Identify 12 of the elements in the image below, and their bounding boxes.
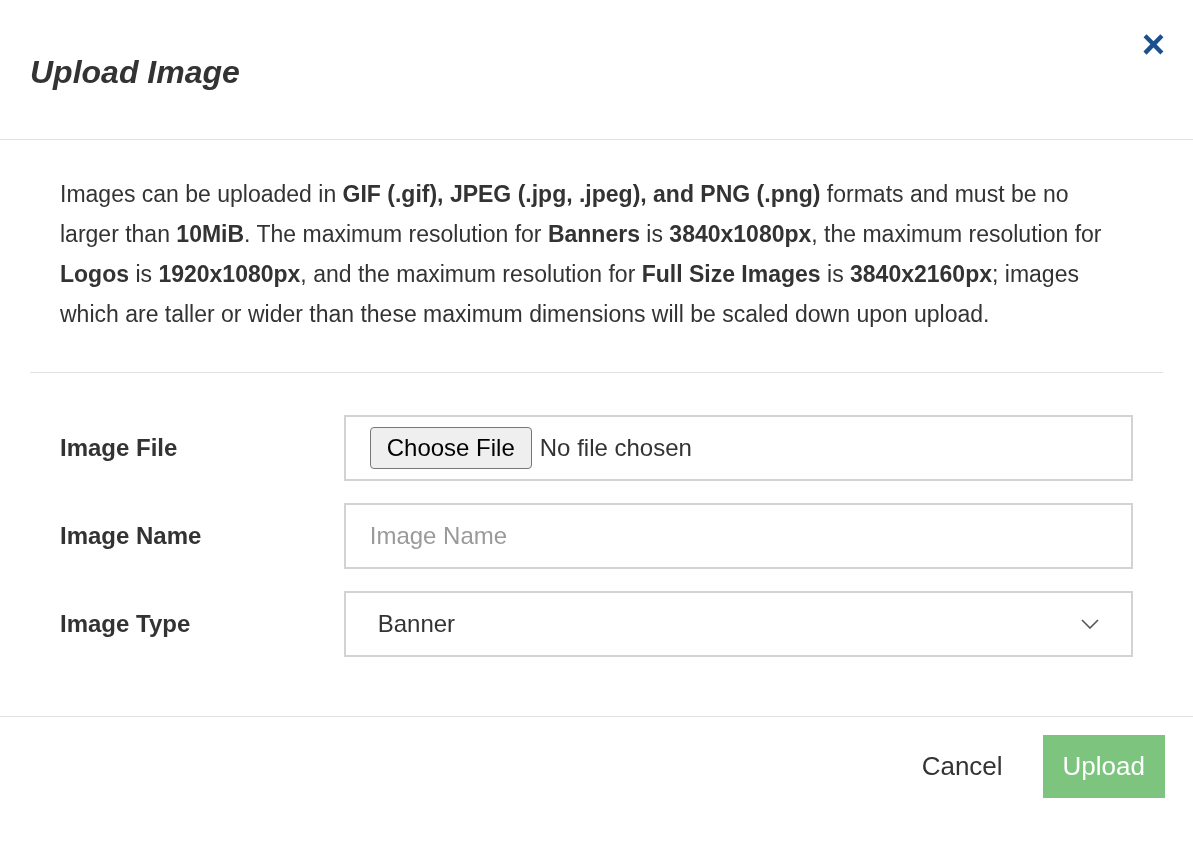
image-name-field[interactable]: Image Name — [343, 503, 1133, 569]
cancel-button[interactable]: Cancel — [901, 735, 1023, 798]
dialog-title: Upload Image — [30, 53, 240, 92]
image-type-select[interactable]: Banner — [343, 591, 1133, 657]
close-button[interactable]: × — [1141, 24, 1165, 64]
choose-file-button[interactable]: Choose File — [369, 427, 532, 469]
upload-instructions: Images can be uploaded in GIF (.gif), JPEG (.jpg, .jpeg), and PNG (.png) formats and must be no larger than 10MiB. The maximum resolution for Banners is 3840x1080px, the maximum resolution for Logos is 1920x1080px, and the maximum resolution for Full Size Images is 3840x2160px; images which are taller or wider than these maximum dimensions will be scaled down upon upload. — [30, 140, 1163, 373]
file-status: No file chosen — [539, 433, 692, 463]
field-label: Image Type — [60, 609, 192, 639]
chevron-down-icon — [1081, 619, 1099, 629]
field-label: Image File — [60, 433, 179, 463]
field-label: Image Name — [60, 521, 203, 551]
